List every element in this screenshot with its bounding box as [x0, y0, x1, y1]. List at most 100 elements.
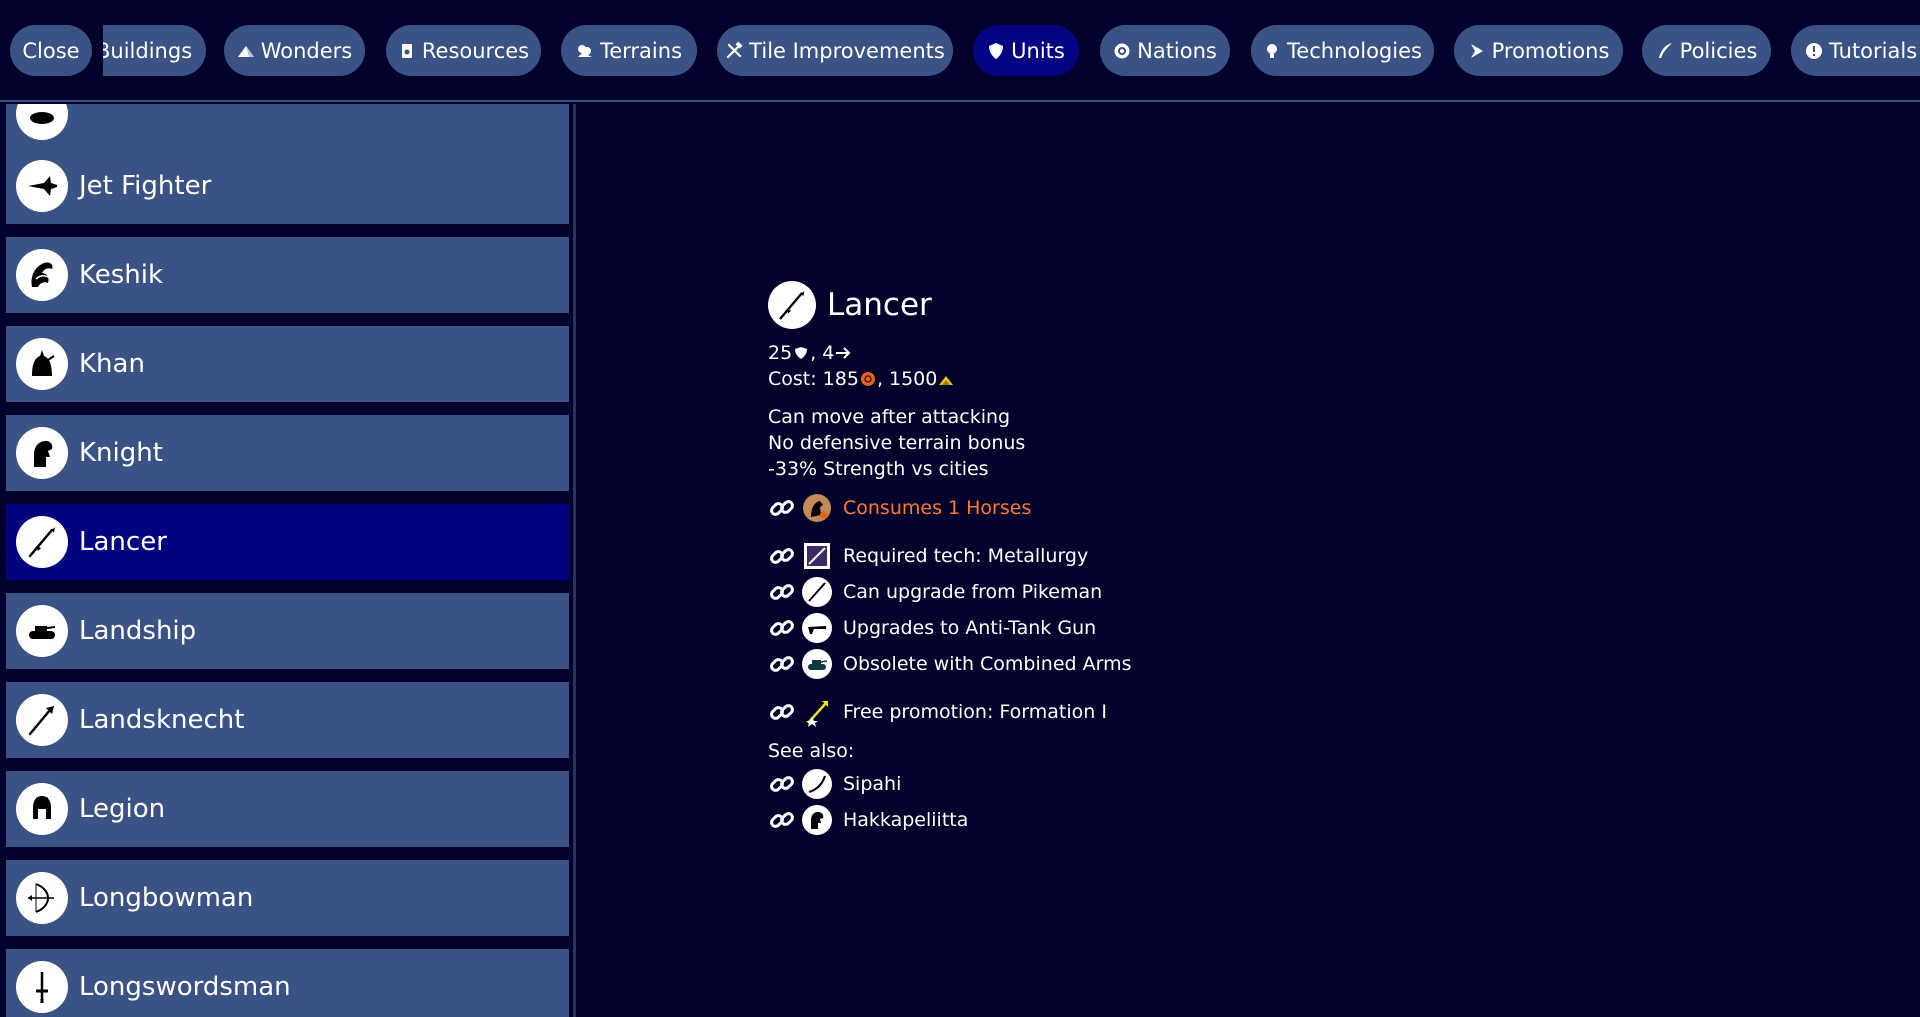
anti-tank-gun-icon — [802, 613, 832, 643]
unit-label: Jet Fighter — [79, 171, 212, 201]
stat-separator: , — [876, 368, 883, 390]
cost-line: Cost: 185 , 1500 — [768, 366, 1368, 392]
tab-tile-improvements-label: Tile Improvements — [749, 38, 945, 63]
unit-label: Lancer — [79, 527, 167, 557]
list-item-keshik[interactable]: Keshik — [6, 237, 569, 313]
link-icon — [768, 494, 796, 522]
unit-list[interactable]: Jet Fighter Keshik Khan Knight Lancer La… — [0, 104, 576, 1017]
unit-label: Knight — [79, 438, 163, 468]
list-item-longbowman[interactable]: Longbowman — [6, 860, 569, 936]
longswordsman-icon — [16, 961, 68, 1013]
tab-promotions[interactable]: Promotions — [1454, 25, 1623, 76]
longbowman-icon — [16, 872, 68, 924]
quill-icon — [1656, 42, 1674, 60]
tab-tutorials[interactable]: Tutorials — [1791, 25, 1920, 76]
jet-fighter-icon — [16, 160, 68, 212]
keshik-icon — [16, 249, 68, 301]
consumes-label: Consumes 1 Horses — [843, 497, 1032, 519]
tab-terrains[interactable]: Terrains — [561, 25, 697, 76]
cost-gold: 1500 — [889, 368, 938, 390]
production-gear-icon — [859, 370, 877, 388]
chevron-right-icon — [1468, 42, 1486, 60]
ability-line: -33% Strength vs cities — [768, 458, 989, 480]
tab-buildings[interactable]: Buildings — [103, 25, 206, 76]
list-item-longswordsman[interactable]: Longswordsman — [6, 949, 569, 1017]
consumes-link[interactable]: Consumes 1 Horses — [768, 490, 1368, 526]
unit-label: Longswordsman — [79, 972, 291, 1002]
required-tech-label: Required tech: Metallurgy — [843, 545, 1089, 567]
resource-icon — [398, 42, 416, 60]
tab-nations-label: Nations — [1137, 38, 1217, 63]
tab-tile-improvements[interactable]: Tile Improvements — [717, 25, 953, 76]
link-icon — [768, 578, 796, 606]
list-item-knight[interactable]: Knight — [6, 415, 569, 491]
see-also-sipahi-link[interactable]: Sipahi — [768, 766, 1368, 802]
ability-line: Can move after attacking — [768, 406, 1011, 428]
ability-line: No defensive terrain bonus — [768, 432, 1026, 454]
khan-icon — [16, 338, 68, 390]
landship-icon — [16, 605, 68, 657]
lancer-icon — [768, 281, 816, 329]
tab-technologies-label: Technologies — [1287, 38, 1422, 63]
list-item-landsknecht[interactable]: Landsknecht — [6, 682, 569, 758]
tab-units-label: Units — [1011, 38, 1065, 63]
tab-units[interactable]: Units — [973, 25, 1079, 76]
tab-resources-label: Resources — [421, 38, 530, 63]
tab-nations[interactable]: Nations — [1100, 25, 1230, 76]
tab-promotions-label: Promotions — [1491, 38, 1610, 63]
unit-label: Longbowman — [79, 883, 254, 913]
movement-value: 4 — [822, 342, 835, 364]
see-also-heading: See also: — [768, 740, 855, 762]
free-promotion-label: Free promotion: Formation I — [843, 701, 1107, 723]
upgrade-from-label: Can upgrade from Pikeman — [843, 581, 1103, 603]
link-icon — [768, 614, 796, 642]
pyramid-icon — [237, 42, 255, 60]
upgrades-to-label: Upgrades to Anti-Tank Gun — [843, 617, 1097, 639]
list-item-lancer[interactable]: Lancer — [6, 504, 569, 580]
tab-technologies[interactable]: Technologies — [1251, 25, 1434, 76]
nations-icon — [1113, 42, 1131, 60]
exclamation-icon — [1805, 42, 1823, 60]
detail-header: Lancer — [768, 280, 1368, 330]
tab-policies[interactable]: Policies — [1642, 25, 1771, 76]
metallurgy-tech-icon — [802, 541, 832, 571]
tab-resources[interactable]: Resources — [386, 25, 541, 76]
list-item-landship[interactable]: Landship — [6, 593, 569, 669]
tab-terrains-label: Terrains — [599, 38, 683, 63]
cost-production: Cost: 185 — [768, 368, 859, 390]
obsolete-with-label: Obsolete with Combined Arms — [843, 653, 1132, 675]
formation-promotion-icon — [802, 697, 832, 727]
panel-divider — [573, 104, 576, 1017]
gold-coins-icon — [937, 370, 955, 388]
shield-icon — [987, 42, 1005, 60]
list-item-partial[interactable] — [6, 104, 569, 152]
required-tech-link[interactable]: Required tech: Metallurgy — [768, 538, 1368, 574]
link-icon — [768, 650, 796, 678]
crossed-tools-icon — [725, 41, 743, 60]
unit-label: Khan — [79, 349, 145, 379]
list-item-khan[interactable]: Khan — [6, 326, 569, 402]
combined-arms-tank-icon — [802, 649, 832, 679]
tab-wonders[interactable]: Wonders — [224, 25, 365, 76]
close-button[interactable]: Close — [10, 25, 92, 76]
hakkapeliitta-icon — [802, 805, 832, 835]
link-icon — [768, 806, 796, 834]
list-item-legion[interactable]: Legion — [6, 771, 569, 847]
pikeman-icon — [802, 577, 832, 607]
unit-label: Landsknecht — [79, 705, 245, 735]
list-item-jet-fighter[interactable]: Jet Fighter — [6, 148, 569, 224]
upgrades-to-link[interactable]: Upgrades to Anti-Tank Gun — [768, 610, 1368, 646]
strength-shield-icon — [792, 344, 810, 362]
obsolete-with-link[interactable]: Obsolete with Combined Arms — [768, 646, 1368, 682]
close-label: Close — [22, 38, 80, 63]
unit-label: Landship — [79, 616, 197, 646]
terrain-icon — [576, 42, 594, 60]
see-also-hakkapeliitta-link[interactable]: Hakkapeliitta — [768, 802, 1368, 838]
movement-arrow-icon — [834, 344, 852, 362]
horses-icon — [802, 493, 832, 523]
upgrade-from-link[interactable]: Can upgrade from Pikeman — [768, 574, 1368, 610]
unit-label: Legion — [79, 794, 166, 824]
free-promotion-link[interactable]: Free promotion: Formation I — [768, 694, 1368, 730]
unit-icon-partial — [16, 104, 68, 140]
link-icon — [768, 698, 796, 726]
